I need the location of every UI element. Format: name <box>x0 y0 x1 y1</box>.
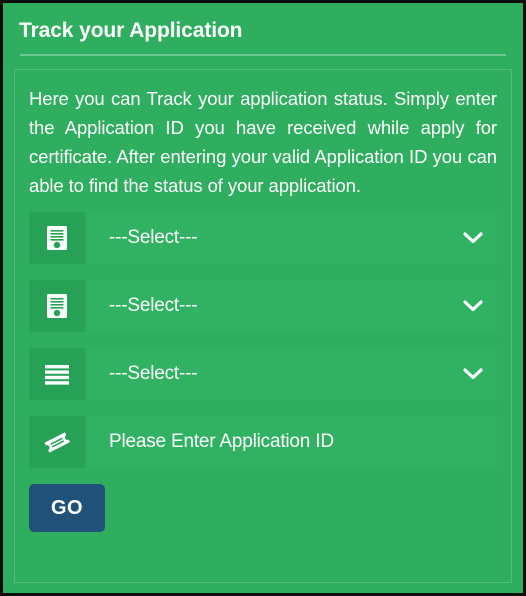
form-row: ---Select--- <box>29 212 497 264</box>
chevron-down-icon <box>463 300 483 312</box>
select-value: ---Select--- <box>109 295 198 316</box>
certificate-icon <box>29 280 85 332</box>
page-title: Track your Application <box>19 19 243 42</box>
chevron-down-icon <box>463 232 483 244</box>
application-id-input[interactable] <box>88 431 497 453</box>
service-select[interactable]: ---Select--- <box>88 280 497 332</box>
chevron-down-icon <box>463 368 483 380</box>
form-panel: Here you can Track your application stat… <box>14 69 512 583</box>
certificate-type-select[interactable]: ---Select--- <box>88 212 497 264</box>
list-bars-icon <box>29 348 85 400</box>
intro-description: Here you can Track your application stat… <box>29 88 497 196</box>
form-row: ---Select--- <box>29 348 497 400</box>
select-value: ---Select--- <box>109 227 198 248</box>
card-header: Track your Application <box>3 3 523 61</box>
form-row <box>29 416 497 468</box>
application-id-field[interactable] <box>88 416 497 468</box>
form-row: ---Select--- <box>29 280 497 332</box>
ticket-icon <box>29 416 85 468</box>
go-button[interactable]: GO <box>29 484 105 532</box>
category-select[interactable]: ---Select--- <box>88 348 497 400</box>
select-value: ---Select--- <box>109 363 198 384</box>
track-application-card: Track your Application Here you can Trac… <box>0 0 526 596</box>
header-divider <box>20 54 506 56</box>
certificate-icon <box>29 212 85 264</box>
